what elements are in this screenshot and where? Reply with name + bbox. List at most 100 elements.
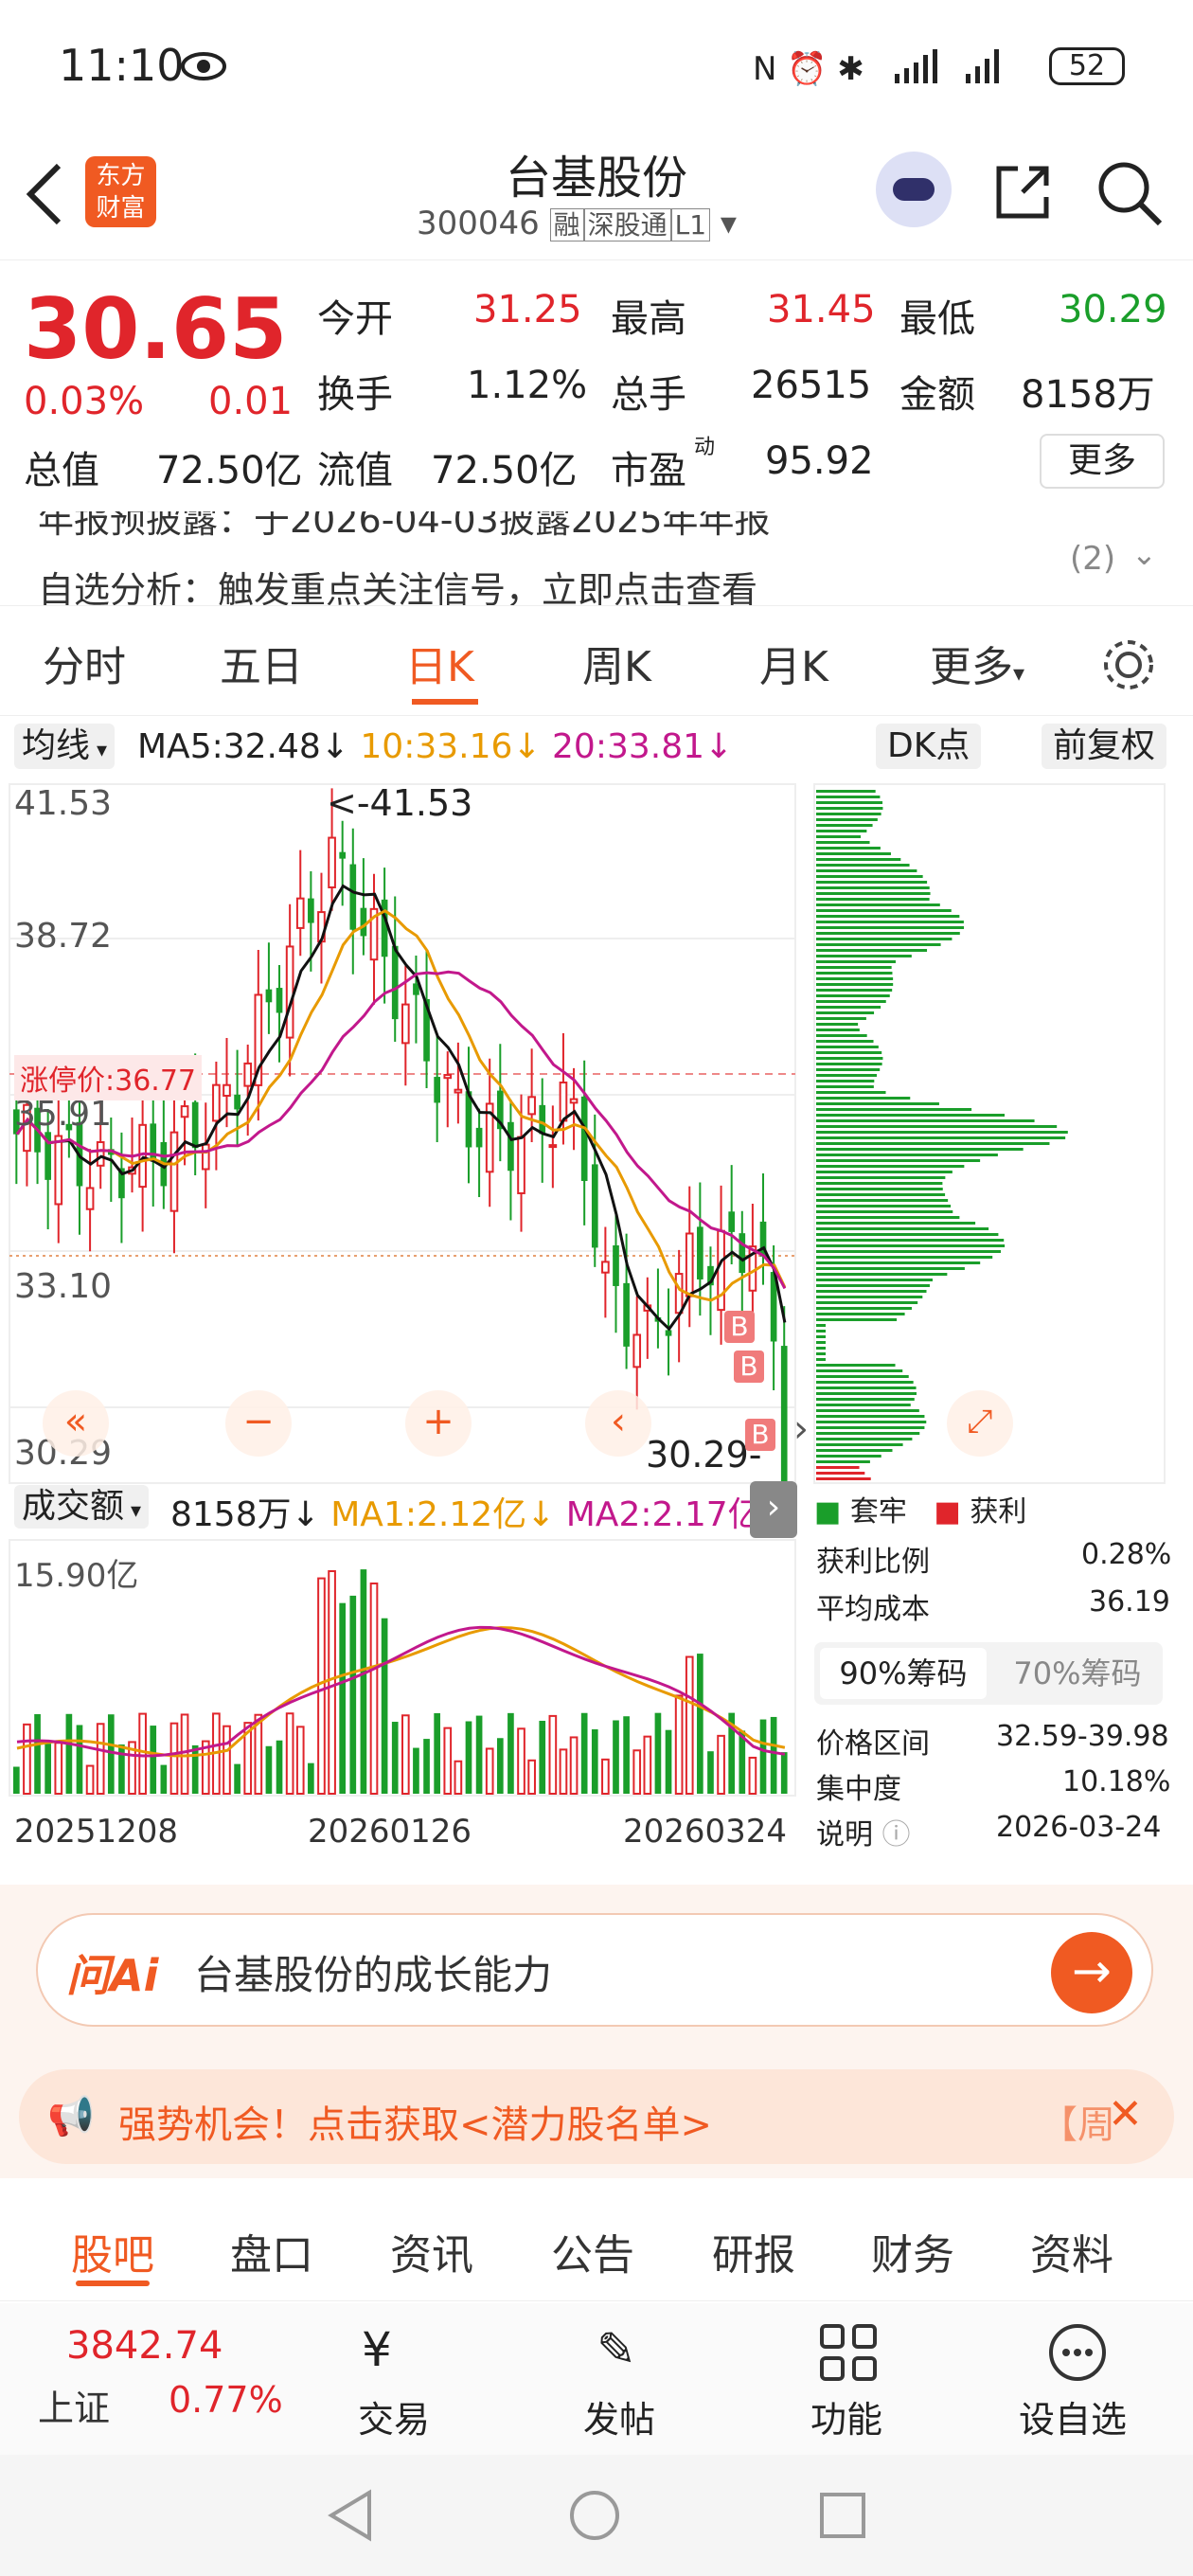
- mcap-value: 72.50亿: [156, 449, 303, 492]
- chip-bar: [816, 1182, 943, 1185]
- chip-bar: [816, 938, 953, 940]
- home-circle-icon[interactable]: [566, 2487, 623, 2544]
- edit-icon[interactable]: ✎: [596, 2322, 636, 2377]
- chip-bar: [816, 1392, 917, 1395]
- adjust-button[interactable]: 前复权: [1042, 724, 1167, 769]
- more-button[interactable]: 更多: [1040, 434, 1165, 489]
- chip-bar: [816, 790, 876, 793]
- nav-functions[interactable]: 功能: [810, 2390, 882, 2442]
- index-name: 上证: [38, 2388, 111, 2429]
- scroll-left-icon[interactable]: ‹: [585, 1390, 651, 1457]
- index-value[interactable]: 3842.74: [66, 2324, 223, 2368]
- volume-bar: [665, 1729, 672, 1794]
- volume-bar: [559, 1748, 568, 1795]
- ma-values: MA5:32.48↓ 10:33.16↓ 20:33.81↓: [137, 727, 734, 766]
- profit-ratio-label: 获利比例: [816, 1546, 930, 1579]
- volume-bar: [276, 1740, 283, 1794]
- tab-intraday[interactable]: 分时: [43, 633, 126, 693]
- chip-bar: [816, 1222, 976, 1225]
- volume-bar: [308, 1762, 314, 1794]
- chip-bar: [816, 881, 928, 884]
- search-icon[interactable]: [1094, 157, 1166, 229]
- fullscreen-icon[interactable]: ⤢: [947, 1390, 1013, 1457]
- tab-announcements[interactable]: 公告: [551, 2221, 634, 2281]
- arrow-right-icon[interactable]: →: [1051, 1932, 1132, 2013]
- candle-body: [728, 1211, 736, 1232]
- tab-finance[interactable]: 财务: [871, 2221, 954, 2281]
- rewind-icon[interactable]: «: [43, 1390, 109, 1457]
- candle-body: [685, 1232, 694, 1297]
- more-icon[interactable]: [1047, 2322, 1108, 2383]
- recents-square-icon[interactable]: [814, 2487, 871, 2544]
- chip-bar: [816, 1108, 972, 1111]
- ai-search-bar[interactable]: 问Ai 台基股份的成长能力 →: [36, 1913, 1153, 2027]
- chip-bar: [816, 1398, 915, 1401]
- trade-icon[interactable]: ¥: [362, 2322, 392, 2377]
- notice-panel[interactable]: 年报预披露：于2026-04-03披露2025年年报 自选分析：触发重点关注信号…: [0, 511, 1193, 606]
- buy-marker: B: [745, 1419, 775, 1451]
- battery-icon: 52: [1049, 47, 1125, 85]
- tab-research[interactable]: 研报: [712, 2221, 795, 2281]
- chip-bar: [816, 972, 893, 975]
- tab-guba[interactable]: 股吧: [71, 2221, 154, 2281]
- candle-body: [191, 1101, 199, 1149]
- tab-chip-90[interactable]: 90%筹码: [820, 1648, 987, 1699]
- chevron-down-icon[interactable]: ⌄: [1131, 536, 1157, 572]
- nav-trade[interactable]: 交易: [358, 2390, 430, 2442]
- tab-weekly-k[interactable]: 周K: [582, 633, 651, 693]
- apps-icon[interactable]: [818, 2322, 879, 2383]
- chip-bar: [816, 1000, 886, 1003]
- dk-button[interactable]: DK点: [876, 724, 982, 769]
- chip-bar: [816, 1040, 874, 1043]
- chip-bar: [816, 813, 881, 815]
- expand-arrow-icon[interactable]: ›: [750, 1481, 797, 1538]
- volume-bar: [360, 1569, 367, 1794]
- promo-banner[interactable]: 📢 强势机会！点击获取<潜力股名单> 【周 ✕: [19, 2069, 1174, 2164]
- ma-selector[interactable]: 均线 ▾: [14, 724, 116, 769]
- candle-body: [212, 1083, 221, 1122]
- chip-bar: [816, 955, 912, 957]
- chip-bar: [816, 1006, 881, 1009]
- volume-bar: [748, 1756, 757, 1795]
- promo-text: 强势机会！点击获取<潜力股名单>: [118, 2103, 713, 2147]
- close-icon[interactable]: ✕: [1108, 2090, 1143, 2138]
- zoom-in-icon[interactable]: +: [405, 1390, 472, 1457]
- tab-pankou[interactable]: 盘口: [230, 2221, 313, 2281]
- chip-bar: [816, 1154, 998, 1156]
- share-icon[interactable]: [989, 159, 1056, 225]
- back-triangle-icon[interactable]: [322, 2487, 379, 2544]
- chip-bar: [816, 1313, 905, 1315]
- volume-bar: [391, 1722, 399, 1794]
- price-range-label: 价格区间: [816, 1727, 930, 1761]
- candle-body: [169, 1131, 179, 1212]
- volume-bar: [780, 1752, 788, 1794]
- tab-news[interactable]: 资讯: [390, 2221, 473, 2281]
- chip-bar: [816, 796, 881, 798]
- tab-more[interactable]: 更多▾: [930, 633, 1024, 693]
- candle-body: [517, 1136, 525, 1194]
- nav-post[interactable]: 发帖: [583, 2390, 655, 2442]
- status-bar: 11:10 N ⏰ ✱ 52: [0, 0, 1193, 133]
- tab-monthly-k[interactable]: 月K: [759, 633, 828, 693]
- zoom-out-icon[interactable]: −: [225, 1390, 292, 1457]
- low-label: 最低: [899, 297, 975, 341]
- robot-avatar-icon[interactable]: [876, 152, 952, 227]
- note-label[interactable]: 说明 ⓘ: [816, 1811, 911, 1852]
- chip-bar: [816, 932, 960, 935]
- tab-five-day[interactable]: 五日: [220, 633, 303, 693]
- volume-selector[interactable]: 成交额 ▾: [14, 1485, 150, 1529]
- back-icon[interactable]: [21, 161, 68, 227]
- tab-chip-70[interactable]: 70%筹码: [994, 1648, 1161, 1699]
- candle-body: [96, 1141, 105, 1167]
- chip-bar: [816, 1080, 875, 1082]
- nav-add-watchlist[interactable]: 设自选: [1019, 2390, 1127, 2442]
- chip-bar: [816, 1438, 913, 1440]
- volume-bar: [328, 1569, 336, 1795]
- gear-icon[interactable]: [1098, 635, 1159, 695]
- tab-daily-k[interactable]: 日K: [405, 633, 474, 693]
- turnover-value: 1.12%: [467, 364, 588, 407]
- svg-text:N ⏰ ✱: N ⏰ ✱: [753, 49, 864, 87]
- chevron-right-icon[interactable]: ›: [793, 1407, 809, 1451]
- chip-bar: [816, 1205, 952, 1208]
- tab-profile[interactable]: 资料: [1030, 2221, 1113, 2281]
